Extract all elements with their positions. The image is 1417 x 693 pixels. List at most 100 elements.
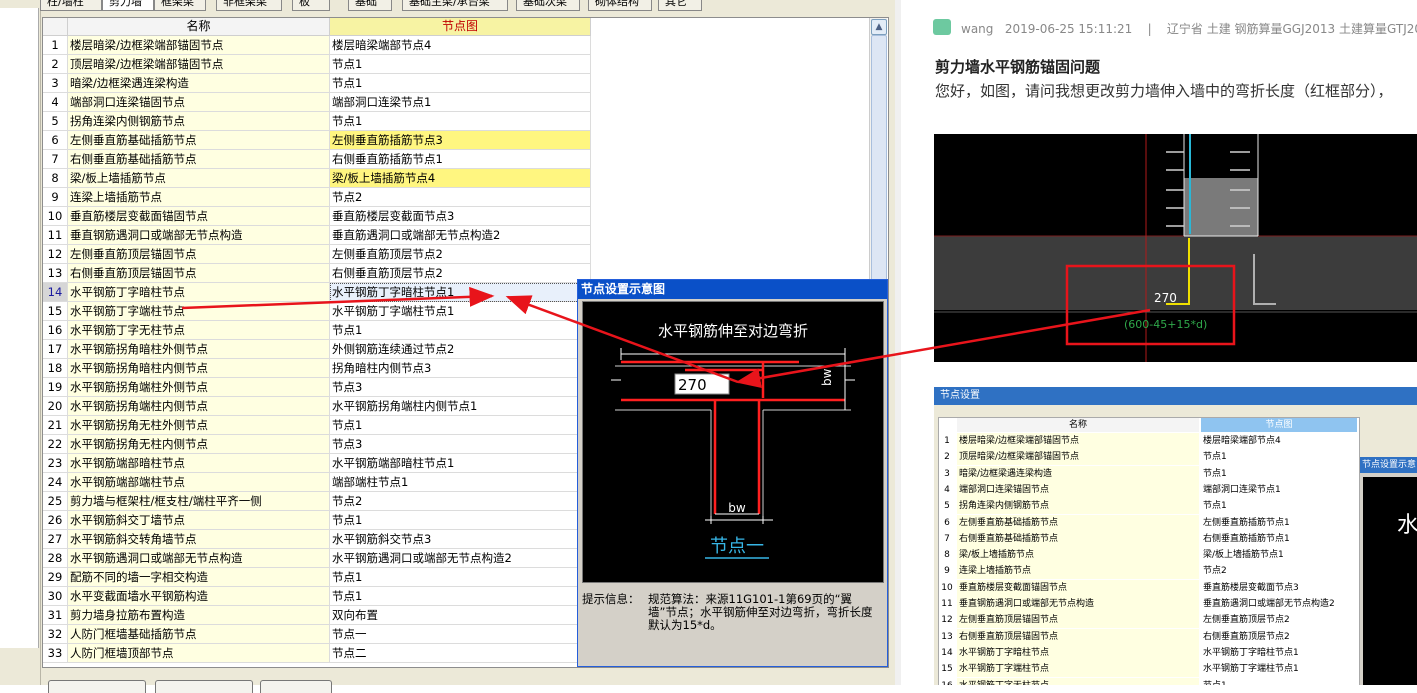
tab-slab[interactable]: 板 xyxy=(292,0,330,11)
bottom-button-2[interactable] xyxy=(155,680,253,693)
row-node[interactable]: 外侧钢筋连续通过节点2 xyxy=(330,340,591,359)
table-row[interactable]: 3 暗梁/边框梁遇连梁构造 节点1 xyxy=(43,74,591,93)
row-node[interactable]: 节点1 xyxy=(330,416,591,435)
scroll-up-arrow-icon[interactable]: ▲ xyxy=(871,19,887,35)
row-node[interactable]: 节点1 xyxy=(330,321,591,340)
tab-shear-wall[interactable]: 剪力墙 xyxy=(102,0,154,11)
row-node[interactable]: 水平钢筋遇洞口或端部无节点构造2 xyxy=(330,549,591,568)
tab-masonry[interactable]: 砌体结构 xyxy=(588,0,652,11)
table-row[interactable]: 9 连梁上墙插筋节点 节点2 xyxy=(43,188,591,207)
tab-foundation-main-beam[interactable]: 基础主梁/承台梁 xyxy=(402,0,508,11)
row-node[interactable]: 节点1 xyxy=(330,55,591,74)
table-row[interactable]: 31 剪力墙身拉筋布置构造 双向布置 xyxy=(43,606,591,625)
table-row[interactable]: 27 水平钢筋斜交转角墙节点 水平钢筋斜交节点3 xyxy=(43,530,591,549)
row-node[interactable]: 水平钢筋端部暗柱节点1 xyxy=(330,454,591,473)
table-row[interactable]: 20 水平钢筋拐角端柱内侧节点 水平钢筋拐角端柱内侧节点1 xyxy=(43,397,591,416)
tab-foundation-secondary-beam[interactable]: 基础次梁 xyxy=(516,0,580,11)
row-name: 垂直筋楼层变截面锚固节点 xyxy=(68,207,330,226)
table-row[interactable]: 12 左侧垂直筋顶层锚固节点 左侧垂直筋顶层节点2 xyxy=(43,245,591,264)
row-node[interactable]: 水平钢筋丁字暗柱节点1 xyxy=(330,283,591,302)
table-row[interactable]: 13 右侧垂直筋顶层锚固节点 右侧垂直筋顶层节点2 xyxy=(43,264,591,283)
row-node[interactable]: 节点1 xyxy=(330,74,591,93)
table-row[interactable]: 11 垂直钢筋遇洞口或端部无节点构造 垂直筋遇洞口或端部无节点构造2 xyxy=(43,226,591,245)
tab-frame-beam[interactable]: 框架梁 xyxy=(154,0,206,11)
bottom-button-3[interactable] xyxy=(260,680,332,693)
tab-column[interactable]: 柱/墙柱 xyxy=(40,0,102,11)
table-row[interactable]: 26 水平钢筋斜交丁墙节点 节点1 xyxy=(43,511,591,530)
table-row[interactable]: 21 水平钢筋拐角无柱外侧节点 节点1 xyxy=(43,416,591,435)
row-node[interactable]: 节点二 xyxy=(330,644,591,663)
table-row[interactable]: 28 水平钢筋遇洞口或端部无节点构造 水平钢筋遇洞口或端部无节点构造2 xyxy=(43,549,591,568)
tab-non-frame-beam[interactable]: 非框架梁 xyxy=(216,0,282,11)
row-node[interactable]: 节点1 xyxy=(330,112,591,131)
row-node[interactable]: 垂直筋楼层变截面节点3 xyxy=(330,207,591,226)
row-node[interactable]: 节点1 xyxy=(330,587,591,606)
header-index xyxy=(43,18,68,36)
table-row[interactable]: 30 水平变截面墙水平钢筋构造 节点1 xyxy=(43,587,591,606)
sub-row-node: 梁/板上墙插筋节点1 xyxy=(1203,550,1284,561)
row-node[interactable]: 端部端柱节点1 xyxy=(330,473,591,492)
row-node[interactable]: 节点2 xyxy=(330,188,591,207)
row-node[interactable]: 水平钢筋拐角端柱内侧节点1 xyxy=(330,397,591,416)
row-index: 11 xyxy=(43,226,68,245)
table-row[interactable]: 24 水平钢筋端部端柱节点 端部端柱节点1 xyxy=(43,473,591,492)
table-row[interactable]: 5 拐角连梁内侧钢筋节点 节点1 xyxy=(43,112,591,131)
row-node[interactable]: 左侧垂直筋顶层节点2 xyxy=(330,245,591,264)
row-node[interactable]: 节点3 xyxy=(330,435,591,454)
sub-table-row: 7 右侧垂直筋基础插筋节点 右侧垂直筋插筋节点1 xyxy=(939,530,1359,547)
row-node[interactable]: 双向布置 xyxy=(330,606,591,625)
table-row[interactable]: 7 右侧垂直筋基础插筋节点 右侧垂直筋插筋节点1 xyxy=(43,150,591,169)
table-row[interactable]: 1 楼层暗梁/边框梁端部锚固节点 楼层暗梁端部节点4 xyxy=(43,36,591,55)
row-node[interactable]: 节点一 xyxy=(330,625,591,644)
row-node[interactable]: 水平钢筋斜交节点3 xyxy=(330,530,591,549)
table-row[interactable]: 33 人防门框墙顶部节点 节点二 xyxy=(43,644,591,663)
row-node[interactable]: 左侧垂直筋插筋节点3 xyxy=(330,131,591,150)
row-node[interactable]: 节点3 xyxy=(330,378,591,397)
side-list[interactable] xyxy=(0,8,39,648)
row-node[interactable]: 端部洞口连梁节点1 xyxy=(330,93,591,112)
table-row[interactable]: 16 水平钢筋丁字无柱节点 节点1 xyxy=(43,321,591,340)
row-node[interactable]: 楼层暗梁端部节点4 xyxy=(330,36,591,55)
sub-row-node: 节点1 xyxy=(1203,468,1227,479)
sub-table-row: 3 暗梁/边框梁遇连梁构造 节点1 xyxy=(939,465,1359,482)
post-tags[interactable]: 辽宁省 土建 钢筋算量GGJ2013 土建算量GTJ201 xyxy=(1167,22,1417,36)
sub-table-row: 2 顶层暗梁/边框梁端部锚固节点 节点1 xyxy=(939,449,1359,466)
table-row[interactable]: 32 人防门框墙基础插筋节点 节点一 xyxy=(43,625,591,644)
sub-row-node: 节点1 xyxy=(1201,678,1357,686)
post-user[interactable]: wang xyxy=(961,22,993,36)
sub-row-node: 楼层暗梁端部节点4 xyxy=(1203,436,1281,446)
bend-length-input[interactable]: 270 xyxy=(678,376,707,394)
row-name: 水平钢筋拐角无柱外侧节点 xyxy=(68,416,330,435)
tab-other[interactable]: 其它 xyxy=(658,0,702,11)
row-index: 3 xyxy=(43,74,68,93)
table-row[interactable]: 2 顶层暗梁/边框梁端部锚固节点 节点1 xyxy=(43,55,591,74)
node-diagram-dialog: 节点设置示意图 水平钢筋伸至对边弯折 bw 270 bw 节点一 提示信息： 规… xyxy=(577,279,888,667)
row-node[interactable]: 梁/板上墙插筋节点4 xyxy=(330,169,591,188)
row-node[interactable]: 节点1 xyxy=(330,568,591,587)
table-row[interactable]: 25 剪力墙与框架柱/框支柱/端柱平齐一侧 节点2 xyxy=(43,492,591,511)
row-node[interactable]: 拐角暗柱内侧节点3 xyxy=(330,359,591,378)
row-node[interactable]: 右侧垂直筋插筋节点1 xyxy=(330,150,591,169)
table-row[interactable]: 29 配筋不同的墙一字相交构造 节点1 xyxy=(43,568,591,587)
bottom-button-1[interactable] xyxy=(48,680,146,693)
table-row[interactable]: 18 水平钢筋拐角暗柱内侧节点 拐角暗柱内侧节点3 xyxy=(43,359,591,378)
table-row[interactable]: 23 水平钢筋端部暗柱节点 水平钢筋端部暗柱节点1 xyxy=(43,454,591,473)
sub-row-index: 1 xyxy=(944,436,950,446)
row-index: 26 xyxy=(43,511,68,530)
tab-foundation[interactable]: 基础 xyxy=(348,0,392,11)
table-row[interactable]: 14 水平钢筋丁字暗柱节点 水平钢筋丁字暗柱节点1 xyxy=(43,283,591,302)
table-row[interactable]: 19 水平钢筋拐角端柱外侧节点 节点3 xyxy=(43,378,591,397)
table-row[interactable]: 4 端部洞口连梁锚固节点 端部洞口连梁节点1 xyxy=(43,93,591,112)
row-node[interactable]: 节点1 xyxy=(330,511,591,530)
row-node[interactable]: 右侧垂直筋顶层节点2 xyxy=(330,264,591,283)
table-row[interactable]: 22 水平钢筋拐角无柱内侧节点 节点3 xyxy=(43,435,591,454)
table-row[interactable]: 8 梁/板上墙插筋节点 梁/板上墙插筋节点4 xyxy=(43,169,591,188)
row-node[interactable]: 垂直筋遇洞口或端部无节点构造2 xyxy=(330,226,591,245)
forum-post: wang 2019-06-25 15:11:21 | 辽宁省 土建 钢筋算量GG… xyxy=(895,0,1417,685)
row-node[interactable]: 节点2 xyxy=(330,492,591,511)
table-row[interactable]: 17 水平钢筋拐角暗柱外侧节点 外侧钢筋连续通过节点2 xyxy=(43,340,591,359)
row-node[interactable]: 水平钢筋丁字端柱节点1 xyxy=(330,302,591,321)
table-row[interactable]: 10 垂直筋楼层变截面锚固节点 垂直筋楼层变截面节点3 xyxy=(43,207,591,226)
table-row[interactable]: 15 水平钢筋丁字端柱节点 水平钢筋丁字端柱节点1 xyxy=(43,302,591,321)
table-row[interactable]: 6 左侧垂直筋基础插筋节点 左侧垂直筋插筋节点3 xyxy=(43,131,591,150)
